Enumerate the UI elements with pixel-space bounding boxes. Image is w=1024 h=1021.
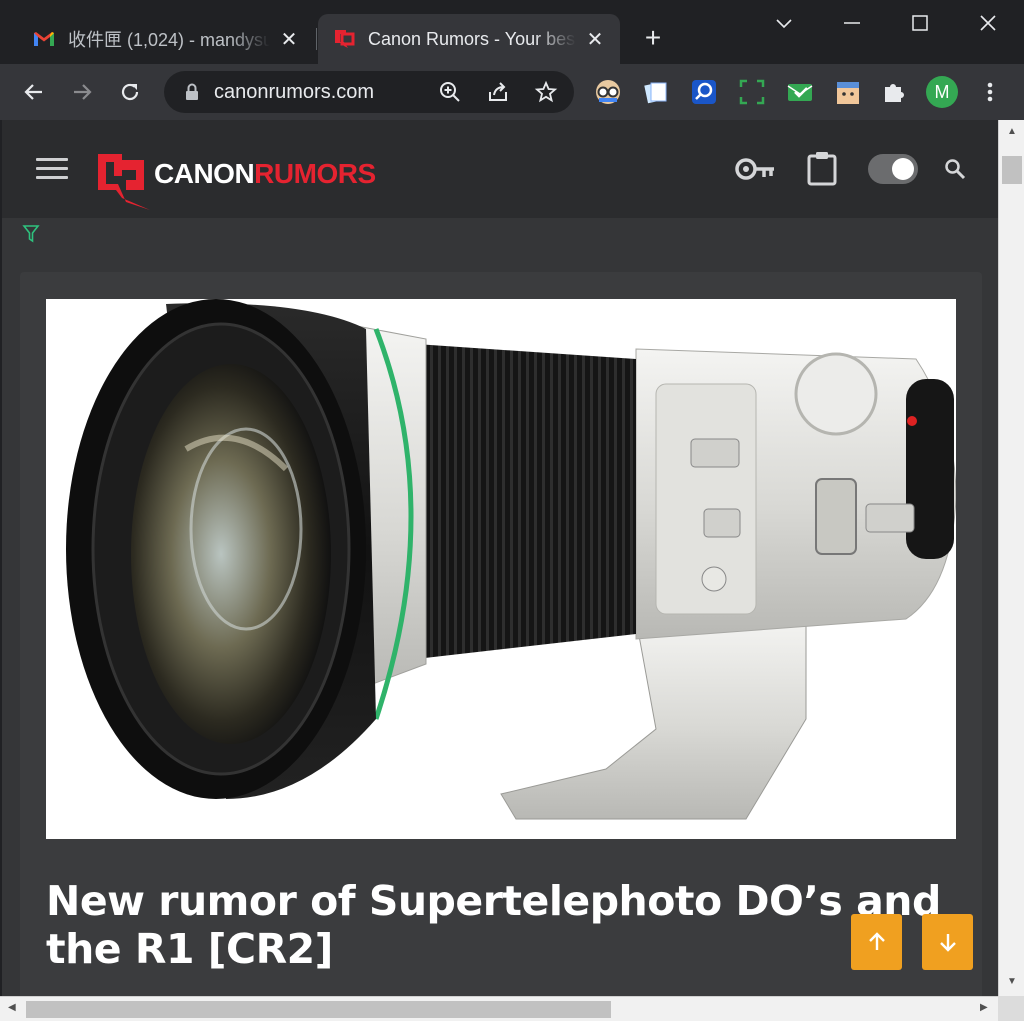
search-icon[interactable]	[944, 158, 966, 180]
tab-close-icon[interactable]: ✕	[584, 27, 606, 52]
minimize-button[interactable]	[832, 8, 872, 40]
tab-separator	[316, 28, 317, 50]
tab-search-icon[interactable]	[764, 8, 804, 40]
filter-funnel-icon[interactable]	[22, 224, 40, 244]
scroll-down-arrow-icon[interactable]: ▼	[1007, 976, 1017, 987]
arrow-down-icon	[939, 934, 956, 952]
telephoto-lens-image	[66, 299, 956, 820]
gmail-icon	[34, 32, 54, 46]
extension-glasses-icon[interactable]	[594, 78, 622, 106]
scrollbar-corner	[998, 996, 1024, 1021]
page-viewport: CANONRUMORS New rumor of Supertelephoto …	[2, 120, 998, 996]
address-bar[interactable]: canonrumors.com	[164, 71, 574, 113]
dark-mode-toggle[interactable]	[868, 154, 918, 184]
new-tab-button[interactable]: +	[638, 24, 668, 54]
scroll-left-arrow-icon[interactable]: ◀	[8, 1002, 16, 1013]
hamburger-menu-icon[interactable]	[36, 158, 68, 180]
vertical-scroll-thumb[interactable]	[1002, 156, 1022, 184]
article-headline[interactable]: New rumor of Supertelephoto DO’s and the…	[46, 877, 946, 973]
scroll-right-arrow-icon[interactable]: ▶	[980, 1002, 988, 1013]
horizontal-scrollbar[interactable]: ◀ ▶	[0, 996, 998, 1021]
horizontal-scroll-thumb[interactable]	[26, 1001, 611, 1018]
back-button[interactable]	[16, 74, 52, 110]
zoom-icon[interactable]	[438, 80, 462, 104]
close-window-button[interactable]	[968, 8, 1008, 40]
logo-wordmark: CANONRUMORS	[154, 158, 376, 190]
tab-canon-rumors[interactable]: Canon Rumors - Your best ✕	[318, 14, 620, 64]
lock-icon[interactable]	[180, 80, 204, 104]
maximize-button[interactable]	[900, 8, 940, 40]
scroll-up-button[interactable]	[851, 914, 902, 970]
forward-button[interactable]	[64, 74, 100, 110]
tab-title: 收件匣 (1,024) - mandysu	[68, 30, 270, 50]
browser-toolbar: canonrumors.com M	[0, 64, 1024, 120]
logo-wordmark-canon: CANON	[154, 158, 255, 189]
scroll-up-arrow-icon[interactable]: ▲	[1007, 126, 1017, 137]
extension-mail-check-icon[interactable]	[786, 78, 814, 106]
tab-close-icon[interactable]: ✕	[278, 27, 300, 52]
article-hero-image[interactable]	[46, 299, 956, 839]
scroll-down-button[interactable]	[922, 914, 973, 970]
toggle-knob	[892, 158, 914, 180]
arrow-up-icon	[868, 932, 885, 950]
tab-title: Canon Rumors - Your best	[368, 28, 576, 49]
reload-button[interactable]	[112, 74, 148, 110]
profile-avatar[interactable]: M	[926, 76, 958, 108]
extension-notes-icon[interactable]	[642, 78, 670, 106]
extension-screenshot-icon[interactable]	[738, 78, 766, 106]
canon-rumors-logo-icon	[98, 154, 150, 210]
article-card[interactable]: New rumor of Supertelephoto DO’s and the…	[20, 272, 982, 996]
site-logo[interactable]: CANONRUMORS	[92, 150, 392, 216]
key-icon[interactable]	[734, 154, 776, 184]
bookmark-star-icon[interactable]	[534, 80, 558, 104]
share-icon[interactable]	[486, 80, 510, 104]
clipboard-icon[interactable]	[806, 150, 838, 186]
tab-gmail[interactable]: 收件匣 (1,024) - mandysu ✕	[18, 14, 314, 64]
extensions-puzzle-icon[interactable]	[880, 78, 908, 106]
vertical-scrollbar[interactable]: ▲ ▼	[998, 120, 1024, 996]
logo-wordmark-rumors: RUMORS	[254, 158, 376, 189]
extension-character-icon[interactable]	[834, 78, 862, 106]
extension-search-icon[interactable]	[690, 78, 718, 106]
canon-rumors-icon	[335, 30, 355, 48]
tab-strip: 收件匣 (1,024) - mandysu ✕ Canon Rumors - Y…	[0, 0, 1024, 64]
menu-kebab-icon[interactable]	[976, 78, 1004, 106]
url-text[interactable]: canonrumors.com	[214, 81, 374, 104]
site-header: CANONRUMORS	[2, 120, 998, 218]
